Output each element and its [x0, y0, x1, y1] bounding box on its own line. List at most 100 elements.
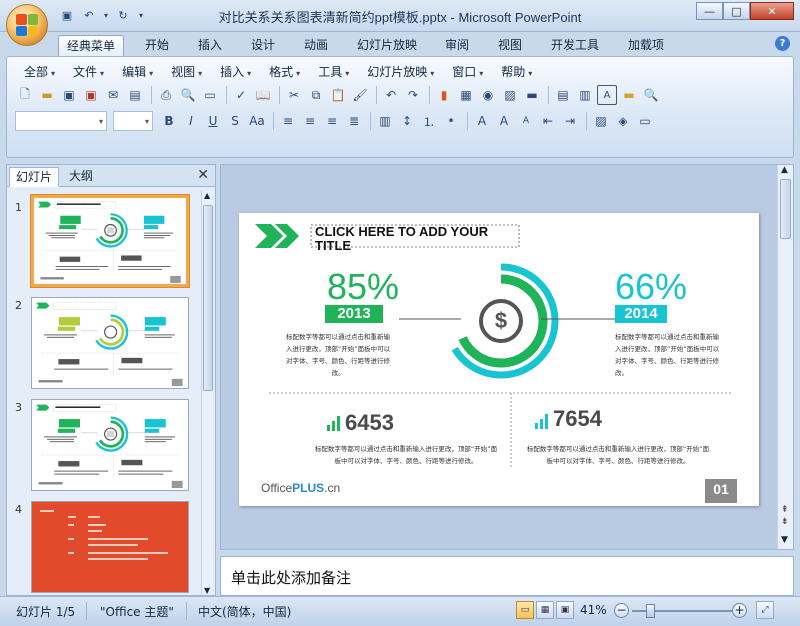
left-percentage[interactable]: 85%: [327, 269, 399, 305]
picture-icon[interactable]: ▨: [500, 85, 520, 105]
left-description[interactable]: 标配数字等都可以通过点击和重新输入进行更改，顶部“开始”面板中可以对字体、字号、…: [283, 331, 393, 379]
scroll-up-icon[interactable]: ▲: [781, 165, 788, 175]
normal-view-icon[interactable]: ▭: [516, 601, 534, 619]
menu-tools[interactable]: 工具 ▾: [309, 61, 358, 82]
scroll-down-icon[interactable]: ▼: [781, 535, 788, 545]
print-icon[interactable]: ⎙: [156, 85, 176, 105]
underline-icon[interactable]: U: [203, 111, 223, 131]
scroll-thumb[interactable]: [780, 179, 791, 239]
decrease-indent-icon[interactable]: ⇤: [538, 111, 558, 131]
align-center-icon[interactable]: ≡: [300, 111, 320, 131]
slides-panel-scrollbar[interactable]: ▲ ▼: [201, 191, 213, 595]
stat-right-value[interactable]: 7654: [553, 407, 602, 431]
menu-window[interactable]: 窗口 ▾: [443, 61, 492, 82]
zoom-slider-thumb[interactable]: [646, 604, 655, 618]
next-slide-icon[interactable]: ⇟: [781, 517, 789, 527]
new-slide-icon[interactable]: ▤: [553, 85, 573, 105]
slide-title[interactable]: CLICK HERE TO ADD YOUR TITLE: [315, 225, 515, 253]
publish-icon[interactable]: ▤: [125, 85, 145, 105]
tab-classic-menu[interactable]: 经典菜单: [58, 35, 125, 56]
zoom-out-button[interactable]: −: [614, 603, 629, 618]
folder-icon[interactable]: ▬: [619, 85, 639, 105]
slide-thumbnail-4[interactable]: [31, 501, 189, 593]
shape-fill-icon[interactable]: ▭: [635, 111, 655, 131]
menu-file[interactable]: 文件 ▾: [64, 61, 113, 82]
scroll-down-icon[interactable]: ▼: [204, 586, 210, 595]
right-year[interactable]: 2014: [615, 305, 667, 323]
stat-left-description[interactable]: 标配数字等都可以通过点击和重新输入进行更改，顶部“开始”面板中可以对字体、字号、…: [313, 443, 499, 467]
columns-icon[interactable]: ▥: [375, 111, 395, 131]
left-year[interactable]: 2013: [325, 305, 383, 323]
tab-developer[interactable]: 开发工具: [543, 35, 607, 56]
slide-thumbnail-1[interactable]: [30, 194, 190, 288]
copy-icon[interactable]: ⧉: [306, 85, 326, 105]
shadow-icon[interactable]: S: [225, 111, 245, 131]
stat-left-value[interactable]: 6453: [345, 411, 394, 435]
textbox-icon[interactable]: A: [597, 85, 617, 105]
menu-edit[interactable]: 编辑 ▾: [113, 61, 162, 82]
tab-outline[interactable]: 大纲: [63, 167, 99, 187]
previous-slide-icon[interactable]: ⇞: [781, 505, 789, 515]
increase-indent-icon[interactable]: ⇥: [560, 111, 580, 131]
slide-canvas[interactable]: CLICK HERE TO ADD YOUR TITLE 85% 2013 标配…: [239, 213, 759, 506]
font-size-combo[interactable]: ▾: [113, 111, 153, 131]
numbering-icon[interactable]: ⒈: [419, 111, 439, 131]
tab-insert[interactable]: 插入: [190, 35, 230, 56]
scroll-up-icon[interactable]: ▲: [204, 191, 210, 200]
cut-icon[interactable]: ✂: [284, 85, 304, 105]
align-left-icon[interactable]: ≡: [278, 111, 298, 131]
font-name-combo[interactable]: ▾: [15, 111, 107, 131]
italic-icon[interactable]: I: [181, 111, 201, 131]
stat-right-description[interactable]: 标配数字等都可以通过点击和重新输入进行更改，顶部“开始”面板中可以对字体、字号、…: [525, 443, 711, 467]
color-grayscale-icon[interactable]: ▬: [522, 85, 542, 105]
research-icon[interactable]: 📖: [253, 85, 273, 105]
tab-view[interactable]: 视图: [490, 35, 530, 56]
chart-icon[interactable]: ▮: [434, 85, 454, 105]
arrange-icon[interactable]: ▨: [591, 111, 611, 131]
close-panel-icon[interactable]: ✕: [197, 167, 209, 183]
tab-slides[interactable]: 幻灯片: [9, 167, 60, 187]
minimize-button[interactable]: —: [696, 2, 723, 20]
office-button[interactable]: [6, 4, 48, 46]
quick-styles-icon[interactable]: ◈: [613, 111, 633, 131]
change-case-icon[interactable]: Aa: [247, 111, 267, 131]
email-icon[interactable]: ✉: [103, 85, 123, 105]
close-button[interactable]: ✕: [750, 2, 794, 20]
smartart-icon[interactable]: ◉: [478, 85, 498, 105]
maximize-button[interactable]: □: [723, 2, 750, 20]
bold-icon[interactable]: B: [159, 111, 179, 131]
spelling-icon[interactable]: ✓: [231, 85, 251, 105]
right-description[interactable]: 标配数字等都可以通过点击和重新输入进行更改，顶部“开始”面板中可以对字体、字号、…: [615, 331, 721, 379]
editor-scrollbar[interactable]: ▲ ⇞ ⇟ ▼: [777, 165, 793, 549]
format-painter-icon[interactable]: 🖌: [350, 85, 370, 105]
align-right-icon[interactable]: ≡: [322, 111, 342, 131]
line-spacing-icon[interactable]: ↕: [397, 111, 417, 131]
zoom-in-button[interactable]: +: [732, 603, 747, 618]
slide-sorter-view-icon[interactable]: ▦: [536, 601, 554, 619]
tab-slideshow[interactable]: 幻灯片放映: [349, 35, 425, 56]
permission-icon[interactable]: ▣: [81, 85, 101, 105]
find-icon[interactable]: 🔍: [641, 85, 661, 105]
save-icon[interactable]: ▣: [59, 85, 79, 105]
bullets-icon[interactable]: •: [441, 111, 461, 131]
font-color-icon[interactable]: A: [472, 111, 492, 131]
notes-pane[interactable]: 单击此处添加备注: [220, 556, 794, 596]
open-folder-icon[interactable]: ▬: [37, 85, 57, 105]
theme-name[interactable]: "Office 主题": [100, 603, 174, 620]
grow-font-icon[interactable]: A: [494, 111, 514, 131]
fit-to-window-icon[interactable]: ⤢: [756, 601, 774, 619]
redo-icon[interactable]: ↷: [403, 85, 423, 105]
scroll-thumb[interactable]: [203, 205, 213, 391]
slide-thumbnail-3[interactable]: [31, 399, 189, 491]
menu-view[interactable]: 视图 ▾: [162, 61, 211, 82]
shrink-font-icon[interactable]: A: [516, 111, 536, 131]
layout-icon[interactable]: ▥: [575, 85, 595, 105]
help-icon[interactable]: ?: [775, 36, 790, 51]
paste-icon[interactable]: 📋: [328, 85, 348, 105]
slide-thumbnail-2[interactable]: [31, 297, 189, 389]
print-preview-icon[interactable]: 🔍: [178, 85, 198, 105]
new-file-icon[interactable]: 🗋: [15, 85, 35, 105]
tab-addins[interactable]: 加载项: [620, 35, 672, 56]
menu-insert[interactable]: 插入 ▾: [211, 61, 260, 82]
table-icon[interactable]: ▦: [456, 85, 476, 105]
